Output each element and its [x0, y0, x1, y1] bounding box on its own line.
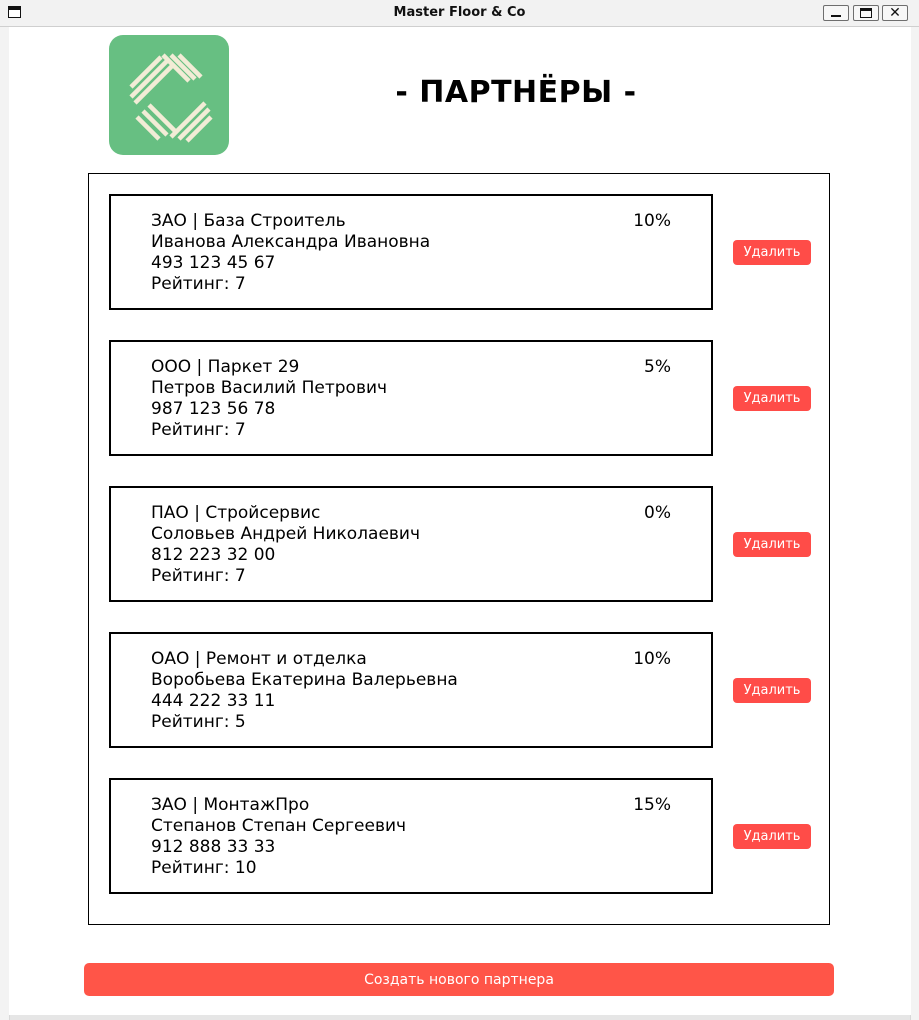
partner-type-name: ЗАО | База Строитель — [151, 211, 346, 231]
window-title: Master Floor & Co — [393, 5, 526, 20]
partner-director: Соловьев Андрей Николаевич — [151, 524, 421, 544]
partner-type-name: ЗАО | МонтажПро — [151, 795, 310, 815]
partner-rating: Рейтинг: 7 — [151, 420, 246, 440]
partner-discount: 10% — [633, 211, 671, 231]
partner-type-name: ПАО | Стройсервис — [151, 503, 321, 523]
partner-rating: Рейтинг: 7 — [151, 274, 246, 294]
delete-partner-button[interactable]: Удалить — [733, 824, 811, 849]
partner-rating: Рейтинг: 7 — [151, 566, 246, 586]
delete-partner-button[interactable]: Удалить — [733, 386, 811, 411]
delete-partner-button[interactable]: Удалить — [733, 240, 811, 265]
partner-card[interactable]: ОАО | Ремонт и отделка Воробьева Екатери… — [109, 632, 713, 748]
partner-phone: 987 123 56 78 — [151, 399, 276, 419]
partner-phone: 912 888 33 33 — [151, 837, 276, 857]
partner-rating: Рейтинг: 5 — [151, 712, 246, 732]
partner-director: Воробьева Екатерина Валерьевна — [151, 670, 458, 690]
delete-partner-button[interactable]: Удалить — [733, 678, 811, 703]
partner-card[interactable]: ЗАО | База Строитель Иванова Александра … — [109, 194, 713, 310]
close-icon: ✕ — [889, 5, 901, 21]
close-button[interactable]: ✕ — [882, 5, 908, 21]
minimize-button[interactable] — [823, 5, 849, 21]
title-bar[interactable]: Master Floor & Co ✕ — [0, 0, 919, 27]
page-title: - ПАРТНЁРЫ - — [395, 75, 637, 110]
partner-type-name: ООО | Паркет 29 — [151, 357, 300, 377]
partner-discount: 15% — [633, 795, 671, 815]
app-window: Master Floor & Co ✕ - ПАРТНЁРЫ - ЗАО | Б… — [0, 0, 919, 1020]
partner-phone: 444 222 33 11 — [151, 691, 276, 711]
parquet-logo-icon — [109, 35, 229, 155]
partner-type-name: ОАО | Ремонт и отделка — [151, 649, 367, 669]
delete-partner-button[interactable]: Удалить — [733, 532, 811, 557]
partner-director: Иванова Александра Ивановна — [151, 232, 431, 252]
partner-card[interactable]: ЗАО | МонтажПро Степанов Степан Сергееви… — [109, 778, 713, 894]
maximize-button[interactable] — [853, 5, 879, 21]
partner-discount: 5% — [644, 357, 671, 377]
partner-discount: 0% — [644, 503, 671, 523]
partners-list[interactable]: ЗАО | База Строитель Иванова Александра … — [88, 173, 830, 925]
partner-phone: 812 223 32 00 — [151, 545, 276, 565]
partner-discount: 10% — [633, 649, 671, 669]
partner-card[interactable]: ООО | Паркет 29 Петров Василий Петрович … — [109, 340, 713, 456]
partner-card[interactable]: ПАО | Стройсервис Соловьев Андрей Никола… — [109, 486, 713, 602]
partner-director: Степанов Степан Сергеевич — [151, 816, 407, 836]
partner-phone: 493 123 45 67 — [151, 253, 276, 273]
partner-director: Петров Василий Петрович — [151, 378, 388, 398]
minimize-icon — [831, 15, 841, 17]
main-content: - ПАРТНЁРЫ - ЗАО | База Строитель Иванов… — [9, 27, 911, 1015]
create-partner-button[interactable]: Создать нового партнера — [84, 963, 834, 996]
partner-rating: Рейтинг: 10 — [151, 858, 257, 878]
maximize-icon — [860, 8, 872, 18]
